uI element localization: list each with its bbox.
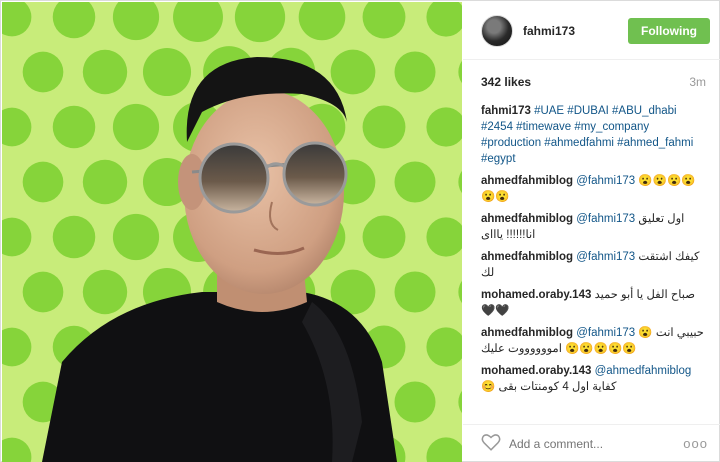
comment-username[interactable]: mohamed.oraby.143 — [481, 289, 591, 301]
comments-list: fahmi173 #UAE #DUBAI #ABU_dhabi #2454 #t… — [463, 103, 720, 395]
comment-mention[interactable]: @fahmi173 — [576, 251, 635, 263]
comment-text: كفاية اول 4 كومنتات بقى 😊 — [481, 381, 617, 393]
wall-dot — [330, 49, 376, 95]
wall-dot — [52, 215, 96, 259]
comment-mention[interactable]: @fahmi173 — [576, 327, 635, 339]
heart-outline-icon[interactable] — [481, 433, 501, 454]
comment-username[interactable]: ahmedfahmiblog — [481, 251, 573, 263]
comment-item: ahmedfahmiblog @fahmi173 كيفك اشتقت لك — [481, 249, 706, 281]
comment-mention[interactable]: @fahmi173 — [576, 213, 635, 225]
wall-dot — [52, 105, 96, 149]
wall-dot — [362, 215, 406, 259]
likes-count[interactable]: 342 likes — [481, 75, 531, 89]
selfie-image — [2, 2, 462, 462]
wall-dot — [82, 269, 128, 315]
post-time[interactable]: 3m — [689, 75, 706, 89]
comment-username[interactable]: ahmedfahmiblog — [481, 327, 573, 339]
comment-bar: ooo — [463, 424, 720, 462]
more-options-icon[interactable]: ooo — [683, 436, 708, 451]
post-sidebar: fahmi173 Following 342 likes 3m fahmi173… — [463, 2, 720, 462]
wall-dot — [112, 213, 160, 261]
following-button[interactable]: Following — [628, 17, 710, 44]
comment-item: mohamed.oraby.143 صباح الفل يا أبو حميد … — [481, 287, 706, 319]
post-photo[interactable] — [2, 2, 462, 462]
comment-item: mohamed.oraby.143 @ahmedfahmiblog كفاية … — [481, 363, 706, 395]
wall-dot — [22, 161, 64, 203]
caption-hashtags-3[interactable]: #production #ahmedfahmi #ahmed_fahmi — [481, 137, 693, 149]
wall-dot — [394, 161, 436, 203]
wall-dot — [362, 105, 406, 149]
wall-dot — [82, 49, 128, 95]
wall-dot — [394, 381, 436, 423]
caption-username[interactable]: fahmi173 — [481, 105, 531, 117]
comment-item: ahmedfahmiblog @fahmi173 😮😮😮😮😮😮 — [481, 173, 706, 205]
comment-item: ahmedfahmiblog @fahmi173 حبيبي انت 😮😮😮😮😮… — [481, 325, 706, 357]
wall-dot — [22, 271, 64, 313]
wall-dot — [112, 103, 160, 151]
comment-mention[interactable]: @fahmi173 — [576, 175, 635, 187]
wall-dot — [142, 47, 192, 97]
comment-mention[interactable]: @ahmedfahmiblog — [595, 365, 692, 377]
wall-dot — [394, 271, 436, 313]
avatar[interactable] — [481, 14, 513, 47]
wall-dot — [394, 51, 436, 93]
comment-username[interactable]: ahmedfahmiblog — [481, 175, 573, 187]
post-username[interactable]: fahmi173 — [523, 24, 628, 38]
comment-item: ahmedfahmiblog @fahmi173 اول تعليق انا!!… — [481, 211, 706, 243]
caption-hashtags-4[interactable]: #egypt — [481, 153, 516, 165]
comment-username[interactable]: ahmedfahmiblog — [481, 213, 573, 225]
post-header: fahmi173 Following — [463, 2, 720, 60]
caption: fahmi173 #UAE #DUBAI #ABU_dhabi #2454 #t… — [481, 103, 706, 167]
post-dialog: fahmi173 Following 342 likes 3m fahmi173… — [0, 0, 720, 462]
wall-dot — [82, 159, 128, 205]
post-meta: 342 likes 3m — [463, 60, 720, 103]
caption-hashtags-1[interactable]: #UAE #DUBAI #ABU_dhabi — [534, 105, 677, 117]
add-comment-input[interactable] — [509, 436, 684, 451]
wall-dot — [22, 51, 64, 93]
comment-username[interactable]: mohamed.oraby.143 — [481, 365, 591, 377]
caption-hashtags-2[interactable]: #2454 #timewave #my_company — [481, 121, 649, 133]
